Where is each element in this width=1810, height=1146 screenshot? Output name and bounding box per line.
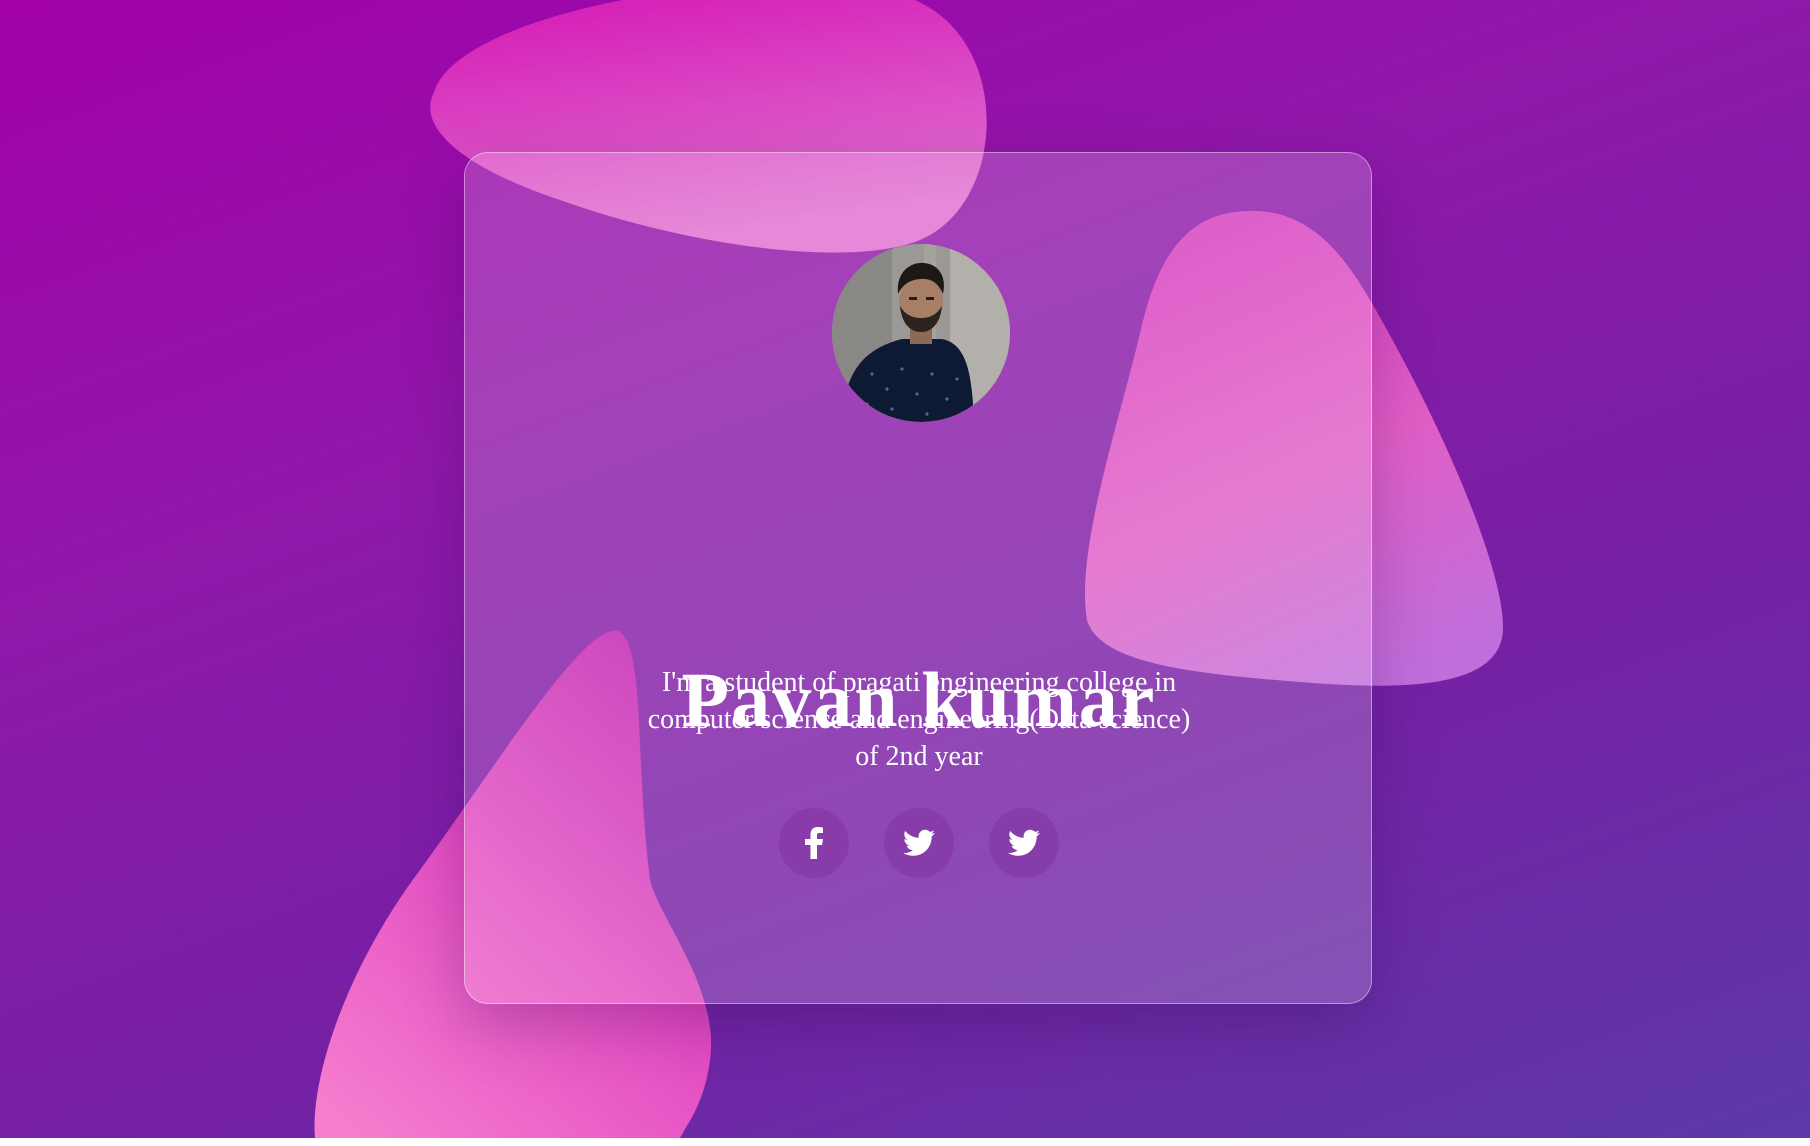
profile-bio: I'm a student of pragati engineering col… (647, 667, 1191, 772)
twitter-icon (1008, 829, 1040, 856)
twitter-icon (903, 829, 935, 856)
profile-card: Pavan kumar I'm a student of pragati eng… (464, 152, 1372, 1004)
twitter-button[interactable] (884, 808, 954, 878)
avatar-photo (832, 244, 1010, 422)
facebook-button[interactable] (779, 808, 849, 878)
facebook-icon (805, 827, 823, 859)
bottom-edge (0, 1138, 1810, 1146)
social-links (465, 808, 1373, 880)
twitter-button[interactable] (989, 808, 1059, 878)
